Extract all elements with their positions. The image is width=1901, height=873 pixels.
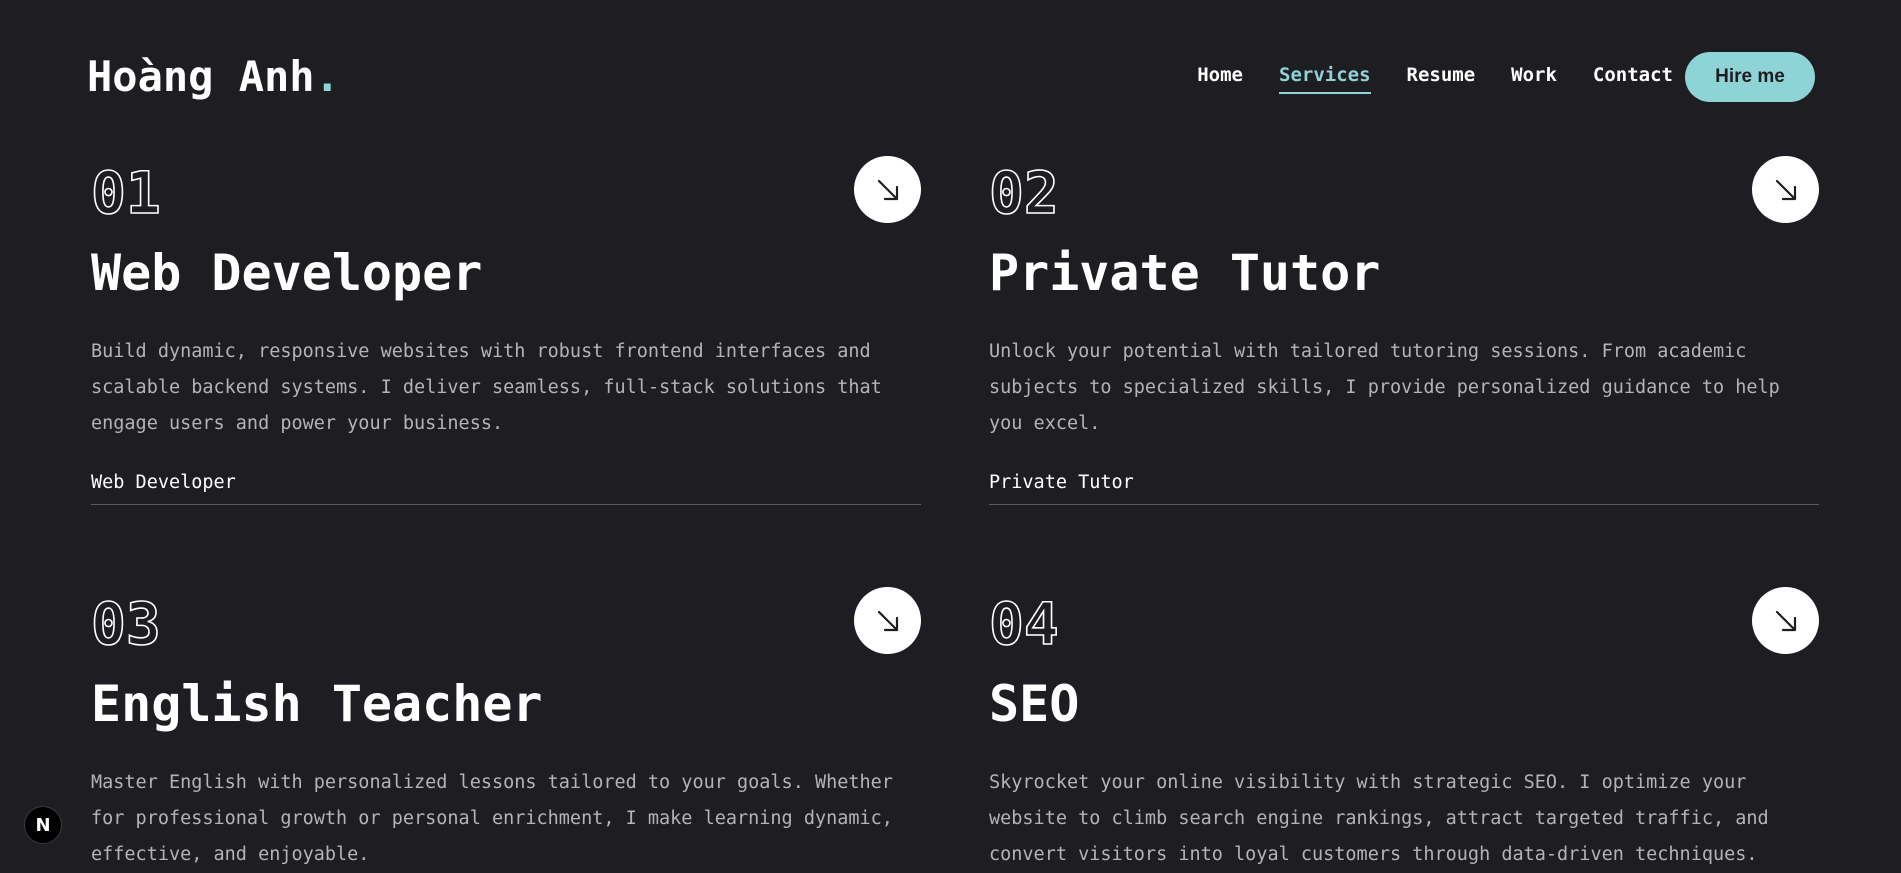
logo-text: Hoàng Anh bbox=[87, 52, 315, 101]
service-card-private-tutor: 02 Private Tutor Unlock your potential w… bbox=[988, 156, 1819, 564]
arrow-down-right-icon bbox=[877, 179, 898, 200]
arrow-button[interactable] bbox=[854, 587, 921, 654]
service-title: English Teacher bbox=[91, 675, 543, 733]
service-tag[interactable]: Web Developer bbox=[91, 472, 236, 493]
nav-home[interactable]: Home bbox=[1197, 64, 1243, 94]
arrow-down-right-icon bbox=[1775, 610, 1796, 631]
badge-letter: N bbox=[35, 814, 51, 836]
service-title: Web Developer bbox=[91, 244, 483, 302]
logo[interactable]: Hoàng Anh. bbox=[87, 52, 340, 101]
service-number: 03 bbox=[90, 590, 161, 658]
nextjs-dev-badge[interactable]: N bbox=[24, 806, 62, 844]
nav-services[interactable]: Services bbox=[1279, 64, 1371, 94]
service-description: Skyrocket your online visibility with st… bbox=[989, 772, 1769, 865]
main-nav: Home Services Resume Work Contact bbox=[1197, 64, 1673, 94]
service-card-english-teacher: 03 English Teacher Master English with p… bbox=[90, 587, 921, 869]
nav-resume[interactable]: Resume bbox=[1407, 64, 1476, 94]
service-description: Unlock your potential with tailored tuto… bbox=[989, 341, 1780, 434]
service-number: 04 bbox=[988, 590, 1059, 658]
service-card-seo: 04 SEO Skyrocket your online visibility … bbox=[988, 587, 1819, 869]
service-number: 01 bbox=[90, 159, 161, 227]
nav-contact[interactable]: Contact bbox=[1593, 64, 1673, 94]
divider bbox=[91, 504, 921, 505]
hire-me-button[interactable]: Hire me bbox=[1685, 52, 1815, 102]
service-title: Private Tutor bbox=[989, 244, 1381, 302]
service-card-web-developer: 01 Web Developer Build dynamic, responsi… bbox=[90, 156, 921, 564]
site-header: Hoàng Anh. Home Services Resume Work Con… bbox=[0, 0, 1901, 150]
service-title: SEO bbox=[989, 675, 1080, 733]
divider bbox=[989, 504, 1819, 505]
arrow-down-right-icon bbox=[877, 610, 898, 631]
arrow-button[interactable] bbox=[854, 156, 921, 223]
arrow-down-right-icon bbox=[1775, 179, 1796, 200]
arrow-button[interactable] bbox=[1752, 156, 1819, 223]
logo-dot: . bbox=[314, 52, 340, 101]
nav-work[interactable]: Work bbox=[1511, 64, 1557, 94]
service-description: Build dynamic, responsive websites with … bbox=[91, 341, 882, 434]
arrow-button[interactable] bbox=[1752, 587, 1819, 654]
service-tag[interactable]: Private Tutor bbox=[989, 472, 1134, 493]
service-description: Master English with personalized lessons… bbox=[91, 772, 893, 865]
service-number: 02 bbox=[988, 159, 1059, 227]
